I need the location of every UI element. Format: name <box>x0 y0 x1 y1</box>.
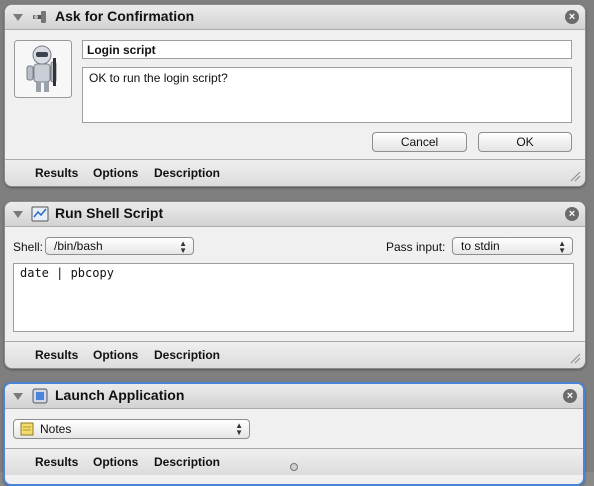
message-body-text: OK to run the login script? <box>89 71 228 85</box>
tab-description[interactable]: Description <box>154 455 220 469</box>
message-title-text: Login script <box>87 43 156 57</box>
action-header[interactable]: Ask for Confirmation × <box>5 5 585 30</box>
terminal-script-icon <box>31 206 49 222</box>
action-title: Ask for Confirmation <box>55 8 195 24</box>
disclosure-triangle-icon[interactable] <box>13 14 23 21</box>
application-value: Notes <box>40 422 72 436</box>
action-title: Launch Application <box>55 387 185 403</box>
action-header[interactable]: Launch Application × <box>5 384 583 409</box>
automator-action-icon <box>33 11 46 23</box>
scroll-indicator[interactable] <box>290 463 298 471</box>
popup-arrows-icon: ▲ ▼ <box>179 239 187 255</box>
disclosure-triangle-icon[interactable] <box>13 393 23 400</box>
resize-grip-icon[interactable] <box>569 352 581 364</box>
action-header[interactable]: Run Shell Script × <box>5 202 585 227</box>
workflow-canvas: Ask for Confirmation × Login script OK t… <box>0 0 594 486</box>
action-run-shell-script[interactable]: Run Shell Script × Shell: /bin/bash ▲ ▼ P… <box>4 201 586 369</box>
action-footer: Results Options Description <box>5 159 585 186</box>
cancel-button[interactable]: Cancel <box>372 132 467 152</box>
application-icon <box>32 388 48 404</box>
pass-input-label: Pass input: <box>386 240 446 254</box>
pass-input-value: to stdin <box>461 239 500 253</box>
pass-input-popup[interactable]: to stdin ▲ ▼ <box>452 237 573 255</box>
tab-description[interactable]: Description <box>154 348 220 362</box>
application-popup[interactable]: Notes ▲ ▼ <box>13 419 250 439</box>
tab-options[interactable]: Options <box>93 348 138 362</box>
message-title-field[interactable]: Login script <box>82 40 572 59</box>
notes-app-icon <box>20 422 34 436</box>
tab-description[interactable]: Description <box>154 166 220 180</box>
tab-results[interactable]: Results <box>35 455 78 469</box>
tab-options[interactable]: Options <box>93 455 138 469</box>
action-title: Run Shell Script <box>55 205 164 221</box>
popup-arrows-icon: ▲ ▼ <box>558 239 566 255</box>
message-body-field[interactable]: OK to run the login script? <box>82 67 572 123</box>
tab-results[interactable]: Results <box>35 348 78 362</box>
popup-arrows-icon: ▲ ▼ <box>235 421 243 437</box>
close-icon[interactable]: × <box>565 207 579 221</box>
disclosure-triangle-icon[interactable] <box>13 211 23 218</box>
shell-value: /bin/bash <box>54 239 103 253</box>
action-ask-for-confirmation[interactable]: Ask for Confirmation × Login script OK t… <box>4 4 586 187</box>
script-editor[interactable]: date | pbcopy <box>13 263 574 332</box>
action-footer: Results Options Description <box>5 341 585 368</box>
close-icon[interactable]: × <box>565 10 579 24</box>
shell-popup[interactable]: /bin/bash ▲ ▼ <box>45 237 194 255</box>
tab-options[interactable]: Options <box>93 166 138 180</box>
close-icon[interactable]: × <box>563 389 577 403</box>
automator-robot-icon <box>14 40 72 98</box>
resize-grip-icon[interactable] <box>569 170 581 182</box>
shell-label: Shell: <box>13 240 44 254</box>
tab-results[interactable]: Results <box>35 166 78 180</box>
ok-button[interactable]: OK <box>478 132 572 152</box>
script-text: date | pbcopy <box>20 266 114 280</box>
